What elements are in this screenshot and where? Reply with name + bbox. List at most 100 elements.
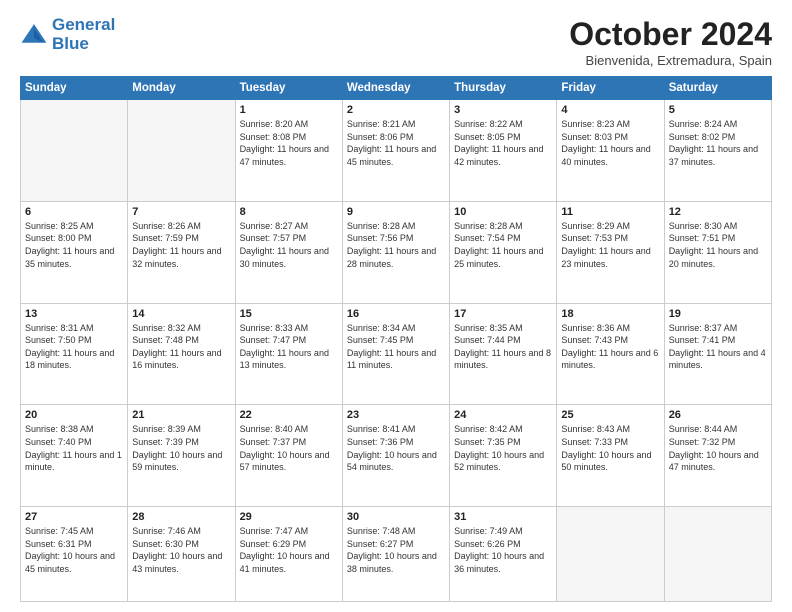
day-number: 16	[347, 308, 445, 320]
day-number: 11	[561, 206, 659, 218]
day-info: Sunrise: 8:39 AM Sunset: 7:39 PM Dayligh…	[132, 423, 230, 473]
calendar-week-3: 13Sunrise: 8:31 AM Sunset: 7:50 PM Dayli…	[21, 303, 772, 405]
calendar-cell: 12Sunrise: 8:30 AM Sunset: 7:51 PM Dayli…	[664, 201, 771, 303]
day-info: Sunrise: 8:28 AM Sunset: 7:54 PM Dayligh…	[454, 220, 552, 270]
day-number: 23	[347, 409, 445, 421]
calendar-cell: 4 Sunrise: 8:23 AM Sunset: 8:03 PM Daylig…	[557, 100, 664, 202]
day-number: 6	[25, 206, 123, 218]
day-number: 28	[132, 511, 230, 523]
day-number: 4	[561, 104, 659, 116]
calendar-week-4: 20Sunrise: 8:38 AM Sunset: 7:40 PM Dayli…	[21, 405, 772, 507]
day-info: Sunrise: 8:32 AM Sunset: 7:48 PM Dayligh…	[132, 322, 230, 372]
day-info: Sunrise: 8:37 AM Sunset: 7:41 PM Dayligh…	[669, 322, 767, 372]
month-title: October 2024	[569, 16, 772, 53]
day-info: Sunrise: 8:29 AM Sunset: 7:53 PM Dayligh…	[561, 220, 659, 270]
day-number: 21	[132, 409, 230, 421]
day-info: Sunrise: 8:34 AM Sunset: 7:45 PM Dayligh…	[347, 322, 445, 372]
day-number: 26	[669, 409, 767, 421]
weekday-header-sunday: Sunday	[21, 77, 128, 100]
calendar-cell: 19 Sunrise: 8:37 AM Sunset: 7:41 PM Dayli…	[664, 303, 771, 405]
day-info: Sunrise: 7:46 AM Sunset: 6:30 PM Dayligh…	[132, 525, 230, 575]
calendar-cell	[21, 100, 128, 202]
calendar-cell: 28 Sunrise: 7:46 AM Sunset: 6:30 PM Dayli…	[128, 507, 235, 602]
calendar-cell: 8 Sunrise: 8:27 AM Sunset: 7:57 PM Daylig…	[235, 201, 342, 303]
calendar-cell: 17Sunrise: 8:35 AM Sunset: 7:44 PM Dayli…	[450, 303, 557, 405]
day-number: 20	[25, 409, 123, 421]
day-info: Sunrise: 8:44 AM Sunset: 7:32 PM Dayligh…	[669, 423, 767, 473]
day-number: 14	[132, 308, 230, 320]
logo-icon	[20, 21, 48, 49]
day-info: Sunrise: 8:20 AM Sunset: 8:08 PM Dayligh…	[240, 118, 338, 168]
calendar-cell: 15Sunrise: 8:33 AM Sunset: 7:47 PM Dayli…	[235, 303, 342, 405]
day-info: Sunrise: 8:33 AM Sunset: 7:47 PM Dayligh…	[240, 322, 338, 372]
weekday-header-thursday: Thursday	[450, 77, 557, 100]
calendar-cell: 25Sunrise: 8:43 AM Sunset: 7:33 PM Dayli…	[557, 405, 664, 507]
day-number: 10	[454, 206, 552, 218]
day-number: 29	[240, 511, 338, 523]
calendar-week-1: 1 Sunrise: 8:20 AM Sunset: 8:08 PM Daylig…	[21, 100, 772, 202]
logo-text: General Blue	[52, 16, 115, 53]
calendar-cell: 9 Sunrise: 8:28 AM Sunset: 7:56 PM Daylig…	[342, 201, 449, 303]
day-number: 17	[454, 308, 552, 320]
calendar-cell: 5 Sunrise: 8:24 AM Sunset: 8:02 PM Daylig…	[664, 100, 771, 202]
calendar-cell: 2 Sunrise: 8:21 AM Sunset: 8:06 PM Daylig…	[342, 100, 449, 202]
calendar-cell	[557, 507, 664, 602]
day-number: 12	[669, 206, 767, 218]
day-number: 24	[454, 409, 552, 421]
calendar-week-2: 6 Sunrise: 8:25 AM Sunset: 8:00 PM Daylig…	[21, 201, 772, 303]
day-number: 9	[347, 206, 445, 218]
day-info: Sunrise: 8:27 AM Sunset: 7:57 PM Dayligh…	[240, 220, 338, 270]
logo: General Blue	[20, 16, 115, 53]
calendar-cell: 14 Sunrise: 8:32 AM Sunset: 7:48 PM Dayli…	[128, 303, 235, 405]
calendar-cell: 3Sunrise: 8:22 AM Sunset: 8:05 PM Daylig…	[450, 100, 557, 202]
day-info: Sunrise: 7:47 AM Sunset: 6:29 PM Dayligh…	[240, 525, 338, 575]
day-info: Sunrise: 8:36 AM Sunset: 7:43 PM Dayligh…	[561, 322, 659, 372]
day-number: 13	[25, 308, 123, 320]
calendar-cell: 7 Sunrise: 8:26 AM Sunset: 7:59 PM Daylig…	[128, 201, 235, 303]
day-number: 27	[25, 511, 123, 523]
day-info: Sunrise: 8:24 AM Sunset: 8:02 PM Dayligh…	[669, 118, 767, 168]
calendar-cell: 10 Sunrise: 8:28 AM Sunset: 7:54 PM Dayli…	[450, 201, 557, 303]
weekday-header-tuesday: Tuesday	[235, 77, 342, 100]
page: General Blue October 2024 Bienvenida, Ex…	[0, 0, 792, 612]
calendar-cell: 13Sunrise: 8:31 AM Sunset: 7:50 PM Dayli…	[21, 303, 128, 405]
day-info: Sunrise: 7:48 AM Sunset: 6:27 PM Dayligh…	[347, 525, 445, 575]
calendar-cell	[664, 507, 771, 602]
calendar-cell: 24 Sunrise: 8:42 AM Sunset: 7:35 PM Dayli…	[450, 405, 557, 507]
day-info: Sunrise: 7:45 AM Sunset: 6:31 PM Dayligh…	[25, 525, 123, 575]
day-info: Sunrise: 8:25 AM Sunset: 8:00 PM Dayligh…	[25, 220, 123, 270]
calendar-cell: 27 Sunrise: 7:45 AM Sunset: 6:31 PM Dayli…	[21, 507, 128, 602]
day-info: Sunrise: 8:22 AM Sunset: 8:05 PM Dayligh…	[454, 118, 552, 168]
day-number: 5	[669, 104, 767, 116]
calendar-cell: 20Sunrise: 8:38 AM Sunset: 7:40 PM Dayli…	[21, 405, 128, 507]
day-number: 22	[240, 409, 338, 421]
day-info: Sunrise: 7:49 AM Sunset: 6:26 PM Dayligh…	[454, 525, 552, 575]
weekday-header-friday: Friday	[557, 77, 664, 100]
day-number: 8	[240, 206, 338, 218]
calendar-cell: 18 Sunrise: 8:36 AM Sunset: 7:43 PM Dayli…	[557, 303, 664, 405]
location: Bienvenida, Extremadura, Spain	[569, 53, 772, 68]
day-number: 18	[561, 308, 659, 320]
calendar-cell: 30Sunrise: 7:48 AM Sunset: 6:27 PM Dayli…	[342, 507, 449, 602]
calendar-cell: 21 Sunrise: 8:39 AM Sunset: 7:39 PM Dayli…	[128, 405, 235, 507]
calendar-cell: 22Sunrise: 8:40 AM Sunset: 7:37 PM Dayli…	[235, 405, 342, 507]
day-number: 31	[454, 511, 552, 523]
calendar-cell: 31 Sunrise: 7:49 AM Sunset: 6:26 PM Dayli…	[450, 507, 557, 602]
title-area: October 2024 Bienvenida, Extremadura, Sp…	[569, 16, 772, 68]
day-number: 1	[240, 104, 338, 116]
calendar-cell	[128, 100, 235, 202]
day-info: Sunrise: 8:26 AM Sunset: 7:59 PM Dayligh…	[132, 220, 230, 270]
day-info: Sunrise: 8:28 AM Sunset: 7:56 PM Dayligh…	[347, 220, 445, 270]
weekday-header-saturday: Saturday	[664, 77, 771, 100]
day-info: Sunrise: 8:41 AM Sunset: 7:36 PM Dayligh…	[347, 423, 445, 473]
day-number: 7	[132, 206, 230, 218]
day-info: Sunrise: 8:42 AM Sunset: 7:35 PM Dayligh…	[454, 423, 552, 473]
weekday-header-wednesday: Wednesday	[342, 77, 449, 100]
calendar-cell: 26 Sunrise: 8:44 AM Sunset: 7:32 PM Dayli…	[664, 405, 771, 507]
day-number: 2	[347, 104, 445, 116]
calendar-cell: 1 Sunrise: 8:20 AM Sunset: 8:08 PM Daylig…	[235, 100, 342, 202]
calendar-table: SundayMondayTuesdayWednesdayThursdayFrid…	[20, 76, 772, 602]
day-info: Sunrise: 8:23 AM Sunset: 8:03 PM Dayligh…	[561, 118, 659, 168]
day-number: 19	[669, 308, 767, 320]
day-info: Sunrise: 8:21 AM Sunset: 8:06 PM Dayligh…	[347, 118, 445, 168]
